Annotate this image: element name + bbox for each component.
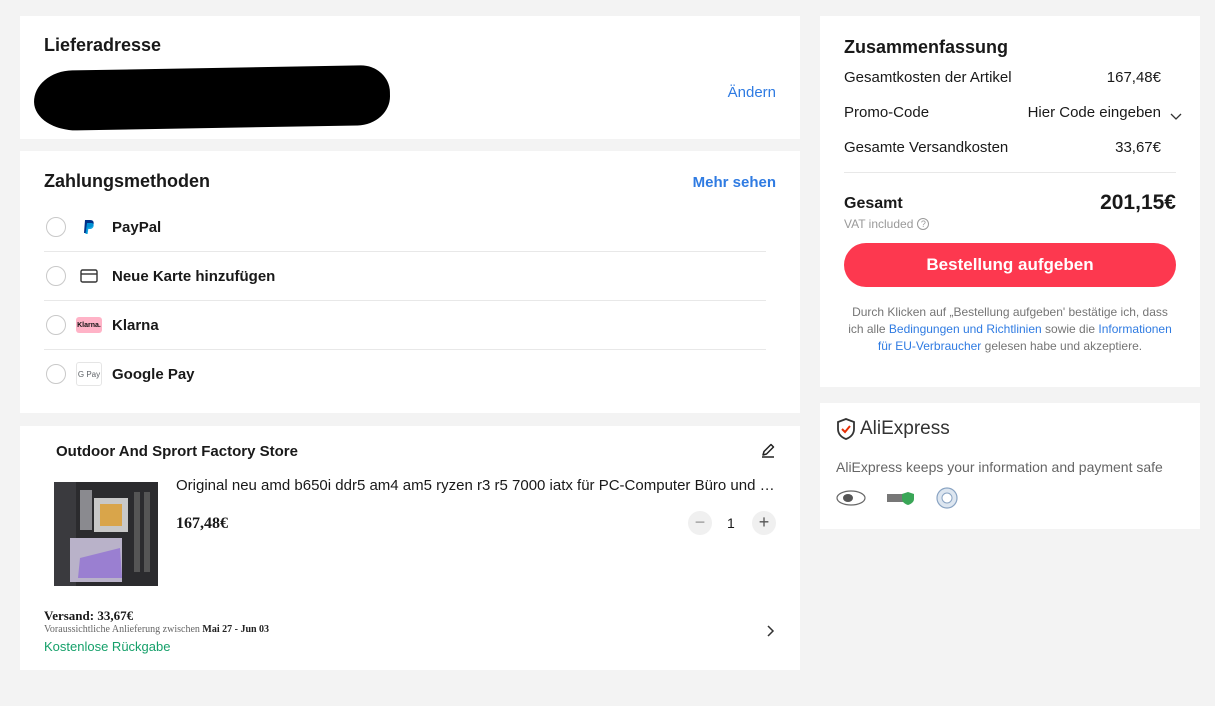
delivery-address-card: Lieferadresse Ändern bbox=[20, 16, 800, 139]
payment-option-paypal[interactable]: PayPal bbox=[44, 203, 766, 252]
shipping-fee: Versand: 33,67€ bbox=[44, 608, 134, 623]
change-address-link[interactable]: Ändern bbox=[728, 84, 776, 101]
credit-card-icon bbox=[76, 264, 102, 288]
payment-option-label: Neue Karte hinzufügen bbox=[112, 268, 276, 285]
chevron-down-icon[interactable] bbox=[1170, 108, 1182, 120]
items-total-row: Gesamtkosten der Artikel 167,48€ bbox=[844, 69, 1176, 86]
paypal-icon bbox=[76, 215, 102, 239]
shipping-total-label: Gesamte Versandkosten bbox=[844, 139, 1009, 156]
store-name[interactable]: Outdoor And Sprort Factory Store bbox=[56, 443, 298, 460]
grand-total-label: Gesamt bbox=[844, 195, 903, 212]
free-return-label: Kostenlose Rückgabe bbox=[44, 639, 171, 654]
shield-check-icon bbox=[837, 418, 855, 440]
product-title[interactable]: Original neu amd b650i ddr5 am4 am5 ryze… bbox=[176, 477, 776, 494]
delivery-estimate-prefix: Voraussichtliche Anlieferung zwischen bbox=[44, 624, 200, 635]
radio-button[interactable] bbox=[46, 266, 66, 286]
delivery-address-title: Lieferadresse bbox=[44, 35, 162, 55]
shipping-total-value: 33,67€ bbox=[1115, 139, 1161, 156]
legal-text-3: gelesen habe und akzeptiere. bbox=[984, 339, 1143, 353]
radio-button[interactable] bbox=[46, 315, 66, 335]
quantity-decrease-button[interactable]: − bbox=[688, 511, 712, 535]
trust-card: AliExpress AliExpress keeps your informa… bbox=[820, 403, 1200, 529]
quantity-increase-button[interactable]: + bbox=[752, 511, 776, 535]
google-pay-icon: G Pay bbox=[76, 362, 102, 386]
legal-notice: Durch Klicken auf „Bestellung aufgeben' … bbox=[844, 304, 1176, 355]
summary-title: Zusammenfassung bbox=[844, 37, 1009, 57]
legal-text-2: sowie die bbox=[1045, 322, 1096, 336]
payment-methods-card: Zahlungsmethoden Mehr sehen PayPal Neue … bbox=[20, 151, 800, 413]
radio-button[interactable] bbox=[46, 217, 66, 237]
security-badges bbox=[836, 487, 958, 509]
items-total-value: 167,48€ bbox=[1106, 69, 1161, 86]
edit-icon[interactable] bbox=[760, 442, 776, 458]
see-more-payment-link[interactable]: Mehr sehen bbox=[693, 174, 776, 191]
store-order-card: Outdoor And Sprort Factory Store Origina… bbox=[20, 426, 800, 670]
chevron-right-icon[interactable] bbox=[764, 624, 776, 637]
ssl-badge-icon bbox=[887, 492, 914, 505]
delivery-estimate: Voraussichtliche Anlieferung zwischen Ma… bbox=[44, 624, 269, 635]
certification-badge-icon bbox=[936, 487, 958, 509]
vat-info: VAT included ? bbox=[844, 217, 930, 231]
promo-code-input-trigger[interactable]: Hier Code eingeben bbox=[1028, 104, 1161, 121]
payment-option-google-pay[interactable]: G Pay Google Pay bbox=[44, 350, 766, 399]
product-price: 167,48€ bbox=[176, 515, 228, 532]
product-image[interactable] bbox=[50, 478, 162, 590]
delivery-dates: Mai 27 - Jun 03 bbox=[202, 624, 270, 635]
terms-link[interactable]: Bedingungen und Richtlinien bbox=[889, 322, 1042, 336]
payment-option-klarna[interactable]: Klarna. Klarna bbox=[44, 301, 766, 350]
grand-total-value: 201,15€ bbox=[1100, 191, 1176, 214]
payment-option-label: Google Pay bbox=[112, 366, 195, 383]
payment-option-label: Klarna bbox=[112, 317, 159, 334]
quantity-value: 1 bbox=[727, 515, 735, 531]
order-summary-card: Zusammenfassung Gesamtkosten der Artikel… bbox=[820, 16, 1200, 387]
vat-label: VAT included bbox=[844, 217, 914, 231]
payment-option-label: PayPal bbox=[112, 219, 162, 236]
trust-message: AliExpress keeps your information and pa… bbox=[836, 459, 1163, 475]
payment-option-new-card[interactable]: Neue Karte hinzufügen bbox=[44, 252, 766, 301]
aliexpress-brand: AliExpress bbox=[860, 418, 950, 439]
question-icon[interactable]: ? bbox=[917, 218, 930, 230]
shipping-total-row: Gesamte Versandkosten 33,67€ bbox=[844, 139, 1176, 156]
place-order-button[interactable]: Bestellung aufgeben bbox=[844, 243, 1176, 287]
divider bbox=[844, 172, 1176, 173]
redacted-address bbox=[33, 64, 391, 132]
items-total-label: Gesamtkosten der Artikel bbox=[844, 69, 1012, 86]
security-badge-icon bbox=[836, 490, 866, 506]
payment-methods-title: Zahlungsmethoden bbox=[44, 171, 210, 191]
radio-button[interactable] bbox=[46, 364, 66, 384]
aliexpress-logo: AliExpress bbox=[836, 418, 950, 440]
promo-code-label: Promo-Code bbox=[844, 104, 930, 121]
promo-code-row[interactable]: Promo-Code Hier Code eingeben bbox=[844, 104, 1182, 121]
klarna-icon: Klarna. bbox=[76, 317, 102, 333]
